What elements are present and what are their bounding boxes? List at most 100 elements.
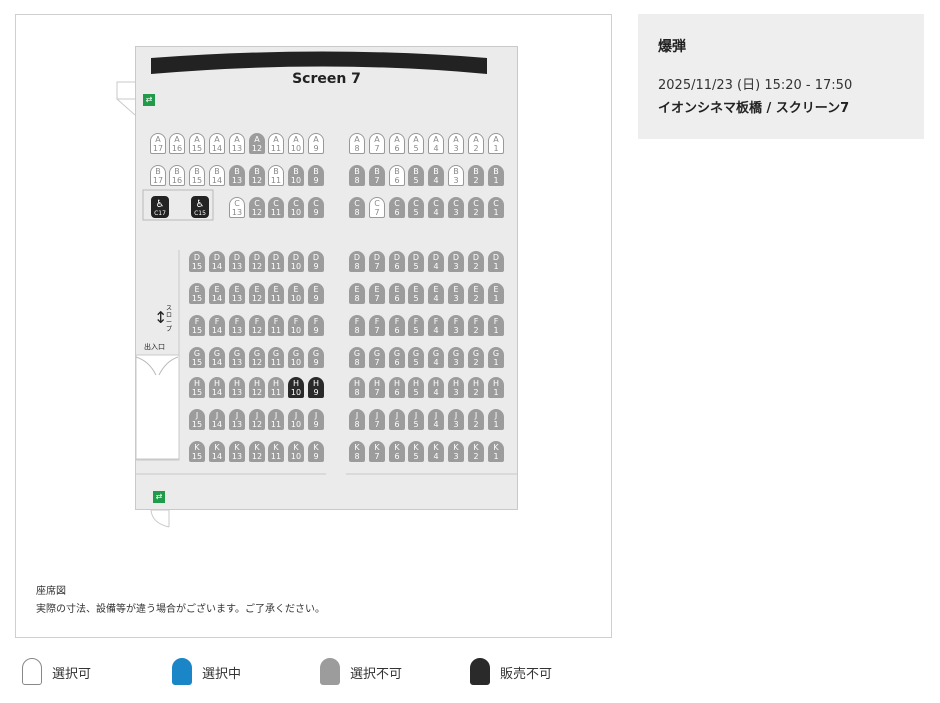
seat-F3: F3 [448, 315, 464, 336]
seat-A2[interactable]: A2 [468, 133, 484, 154]
seat-G8: G8 [349, 347, 365, 368]
seat-A9[interactable]: A9 [308, 133, 324, 154]
seat-A11[interactable]: A 11 [268, 133, 284, 154]
seat-K6: K6 [389, 441, 405, 462]
seat-D12: D 12 [249, 251, 265, 272]
legend-label: 選択不可 [350, 667, 403, 682]
seat-K11: K 11 [268, 441, 284, 462]
seat-D13: D 13 [229, 251, 245, 272]
seat-map-panel: Screen 7 ⇄ ⇄ A 17 A 16 A 15 A 14 A 13 A 12 A 11 A 10 A 9 A… [15, 14, 612, 638]
seat-G6: G6 [389, 347, 405, 368]
seat-H4: H4 [428, 377, 444, 398]
seat-D4: D4 [428, 251, 444, 272]
seat-A14[interactable]: A 14 [209, 133, 225, 154]
seat-J13: J 13 [229, 409, 245, 430]
seat-B11[interactable]: B 11 [268, 165, 284, 186]
seat-B17[interactable]: B 17 [150, 165, 166, 186]
seat-C5: C5 [408, 197, 424, 218]
seat-C12: C 12 [249, 197, 265, 218]
seat-B6[interactable]: B6 [389, 165, 405, 186]
seat-J8: J8 [349, 409, 365, 430]
movie-title: 爆弾 [658, 39, 686, 55]
seat-G15: G 15 [189, 347, 205, 368]
seat-A5[interactable]: A5 [408, 133, 424, 154]
seat-B13: B 13 [229, 165, 245, 186]
seat-C7[interactable]: C7 [369, 197, 385, 218]
seat-E12: E 12 [249, 283, 265, 304]
seat-G1: G1 [488, 347, 504, 368]
seat-H10: H 10 [288, 377, 304, 398]
seat-G11: G 11 [268, 347, 284, 368]
seat-F12: F 12 [249, 315, 265, 336]
seat-H5: H5 [408, 377, 424, 398]
seat-G3: G3 [448, 347, 464, 368]
seat-H2: H2 [468, 377, 484, 398]
seat-E11: E 11 [268, 283, 284, 304]
seat-A13[interactable]: A 13 [229, 133, 245, 154]
seat-K3: K3 [448, 441, 464, 462]
seat-K12: K 12 [249, 441, 265, 462]
screen-label: Screen 7 [292, 71, 361, 87]
seat-B15[interactable]: B 15 [189, 165, 205, 186]
seat-F5: F5 [408, 315, 424, 336]
seat-H14: H 14 [209, 377, 225, 398]
seat-J14: J 14 [209, 409, 225, 430]
seat-H6: H6 [389, 377, 405, 398]
seat-E15: E 15 [189, 283, 205, 304]
seat-A1[interactable]: A1 [488, 133, 504, 154]
seat-D5: D5 [408, 251, 424, 272]
seat-E14: E 14 [209, 283, 225, 304]
seat-A17[interactable]: A 17 [150, 133, 166, 154]
seat-J7: J7 [369, 409, 385, 430]
seat-F4: F4 [428, 315, 444, 336]
seat-B4: B4 [428, 165, 444, 186]
seat-E10: E 10 [288, 283, 304, 304]
seat-E1: E1 [488, 283, 504, 304]
seat-H3: H3 [448, 377, 464, 398]
seat-J10: J 10 [288, 409, 304, 430]
seat-H12: H 12 [249, 377, 265, 398]
seat-H1: H1 [488, 377, 504, 398]
seat-E2: E2 [468, 283, 484, 304]
seat-E6: E6 [389, 283, 405, 304]
seat-G10: G 10 [288, 347, 304, 368]
seat-C13[interactable]: C 13 [229, 197, 245, 218]
seat-D8: D8 [349, 251, 365, 272]
seat-C4: C4 [428, 197, 444, 218]
seat-D11: D 11 [268, 251, 284, 272]
seat-D1: D1 [488, 251, 504, 272]
seat-F10: F 10 [288, 315, 304, 336]
seat-G7: G7 [369, 347, 385, 368]
legend-swatch-icon [320, 658, 340, 685]
seat-C10: C 10 [288, 197, 304, 218]
legend-swatch-icon [22, 658, 42, 685]
seat-K7: K7 [369, 441, 385, 462]
seat-D15: D 15 [189, 251, 205, 272]
seat-J5: J5 [408, 409, 424, 430]
emergency-exit-icon: ⇄ [153, 491, 165, 503]
seat-A7[interactable]: A7 [369, 133, 385, 154]
seat-J4: J4 [428, 409, 444, 430]
seat-B14[interactable]: B 14 [209, 165, 225, 186]
seat-C1: C1 [488, 197, 504, 218]
theater-hall: Screen 7 [135, 46, 518, 510]
seat-A16[interactable]: A 16 [169, 133, 185, 154]
seat-B16[interactable]: B 16 [169, 165, 185, 186]
seat-F14: F 14 [209, 315, 225, 336]
seat-J15: J 15 [189, 409, 205, 430]
seat-B3[interactable]: B3 [448, 165, 464, 186]
wheelchair-icon: ♿ [195, 199, 205, 210]
seat-D3: D3 [448, 251, 464, 272]
seat-A6[interactable]: A6 [389, 133, 405, 154]
seat-F8: F8 [349, 315, 365, 336]
seat-C9: C9 [308, 197, 324, 218]
seat-A4[interactable]: A4 [428, 133, 444, 154]
seat-K1: K1 [488, 441, 504, 462]
seat-B2: B2 [468, 165, 484, 186]
seat-A3[interactable]: A3 [448, 133, 464, 154]
seat-H7: H7 [369, 377, 385, 398]
seat-A10[interactable]: A 10 [288, 133, 304, 154]
seat-A15[interactable]: A 15 [189, 133, 205, 154]
seat-A8[interactable]: A8 [349, 133, 365, 154]
seat-D14: D 14 [209, 251, 225, 272]
